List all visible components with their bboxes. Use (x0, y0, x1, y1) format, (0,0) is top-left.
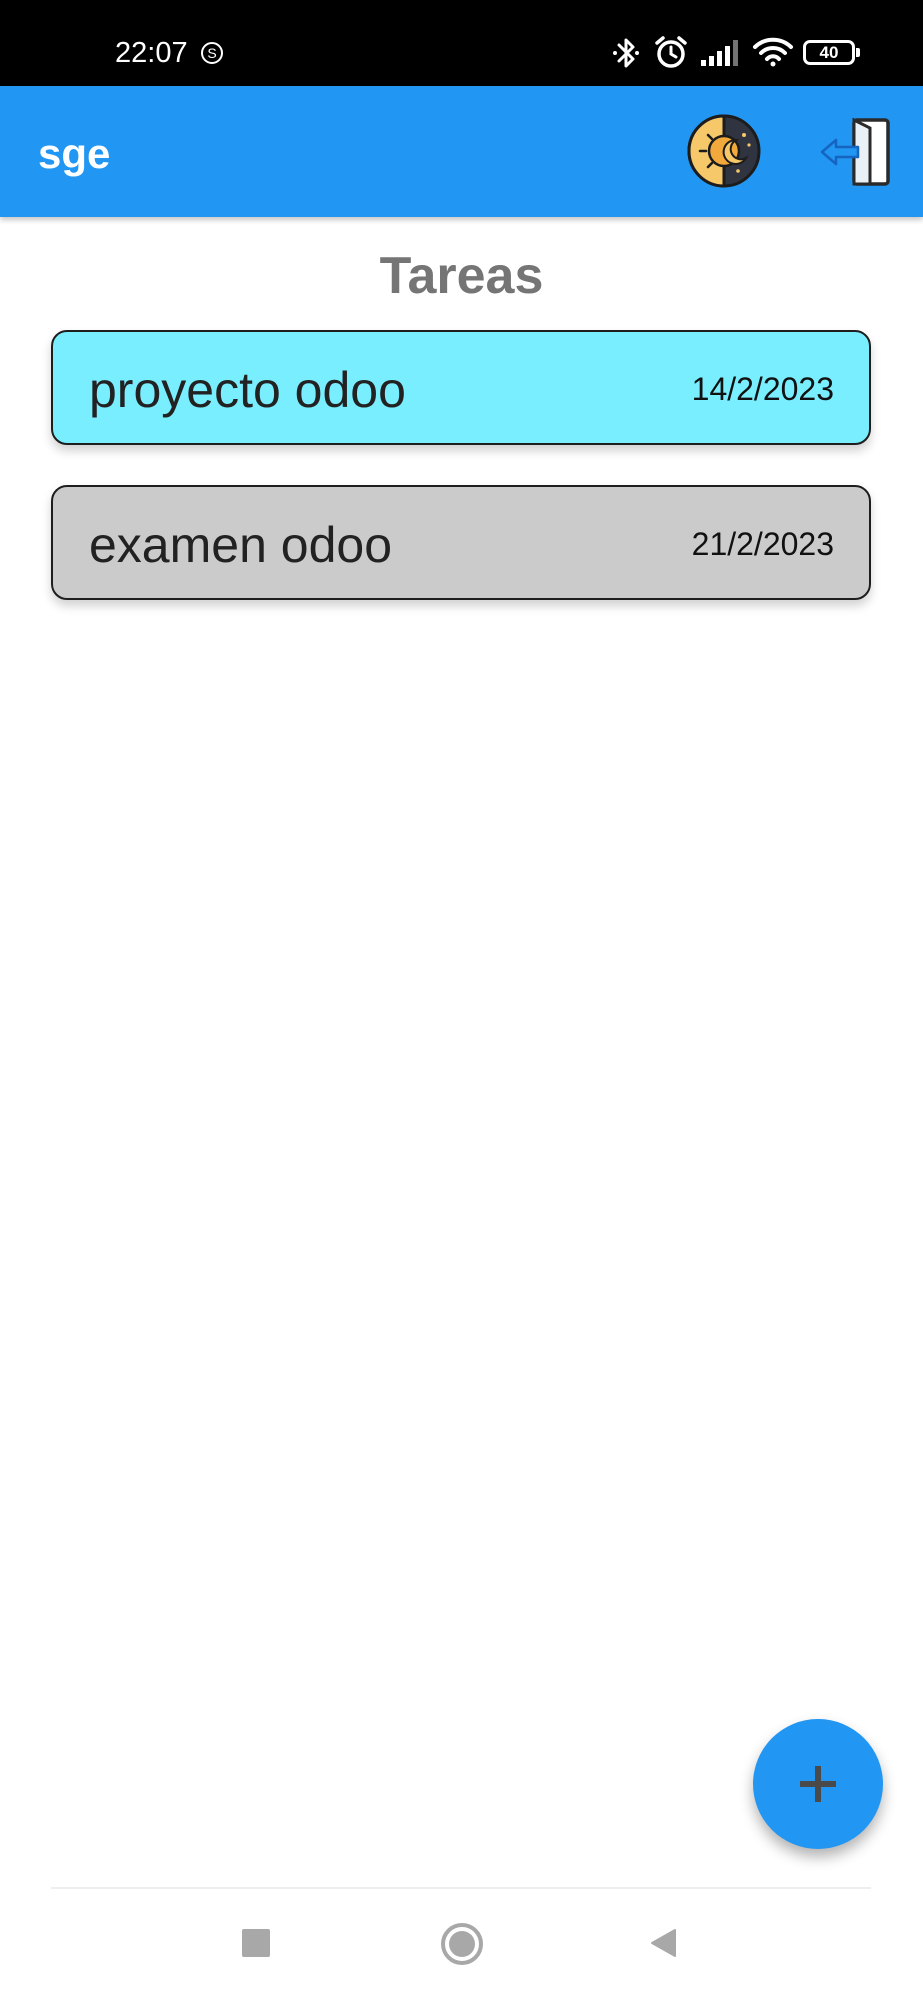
bluetooth-icon (613, 38, 639, 68)
app-title: sge (38, 130, 111, 177)
nav-divider (51, 1887, 871, 1889)
wifi-icon (753, 37, 793, 67)
task-date: 14/2/2023 (691, 371, 834, 407)
recents-square-icon[interactable] (241, 1928, 271, 1958)
alarm-icon (655, 36, 687, 68)
back-triangle-icon[interactable] (649, 1928, 677, 1958)
task-name: proyecto odoo (89, 362, 406, 418)
plus-icon (800, 1766, 836, 1802)
signal-icon (701, 40, 738, 66)
status-bar: 22:07 S 40 (0, 0, 923, 86)
sync-icon: S (201, 42, 223, 64)
logout-button[interactable] (818, 116, 894, 188)
task-name: examen odoo (89, 517, 393, 573)
theme-toggle-button[interactable] (686, 113, 762, 189)
task-card[interactable]: examen odoo 21/2/2023 (51, 485, 871, 600)
status-time: 22:07 (115, 37, 188, 69)
page-title: Tareas (379, 247, 544, 305)
battery-icon: 40 (803, 40, 860, 65)
task-date: 21/2/2023 (691, 526, 834, 562)
task-card[interactable]: proyecto odoo 14/2/2023 (51, 330, 871, 445)
add-task-button[interactable] (753, 1719, 883, 1849)
app-bar: sge (0, 86, 923, 217)
day-night-icon (687, 114, 761, 188)
home-circle-icon[interactable] (440, 1922, 484, 1966)
logout-door-icon (820, 117, 890, 186)
